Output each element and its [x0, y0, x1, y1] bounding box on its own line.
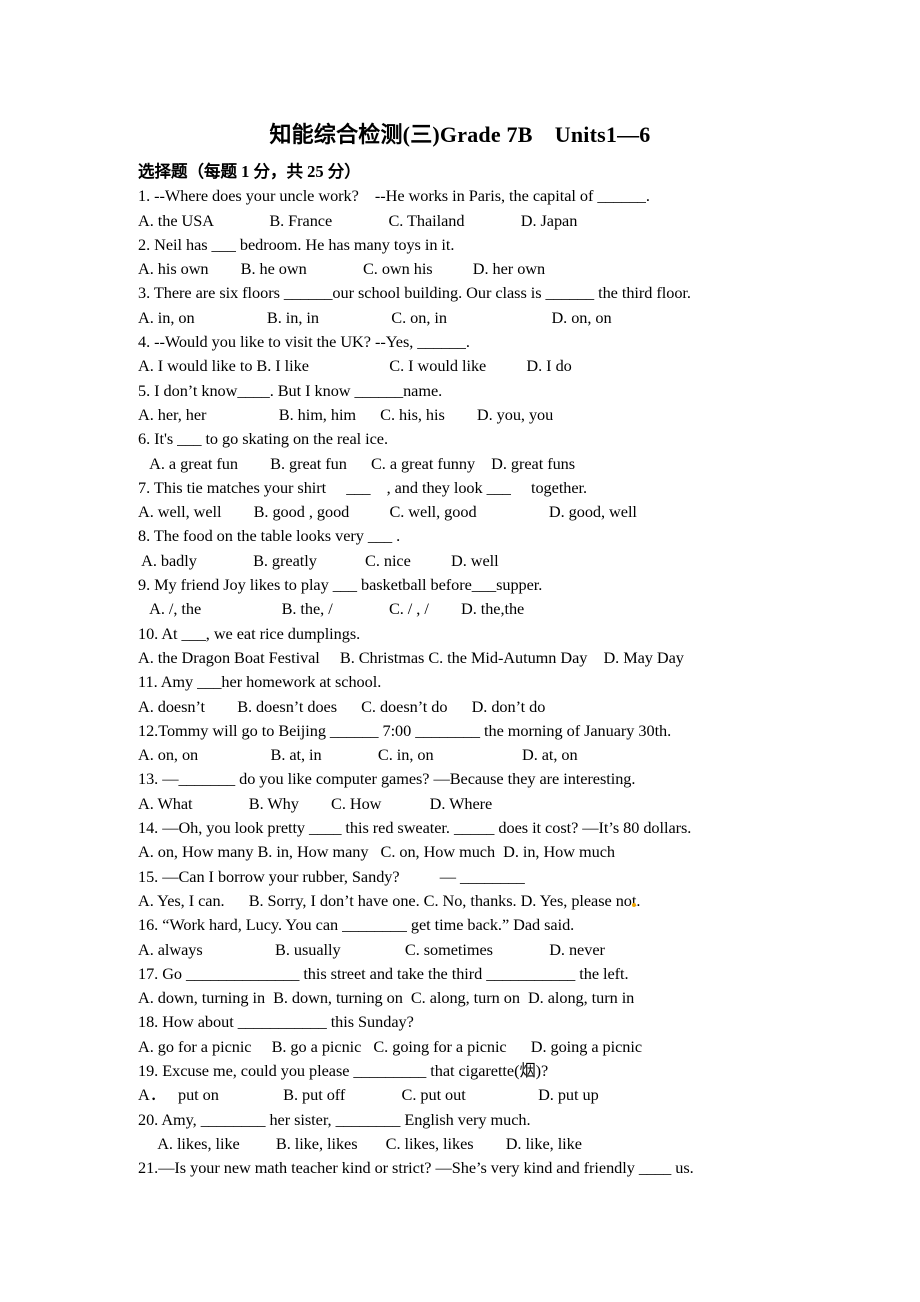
question-options: A. badly B. greatly C. nice D. well — [138, 550, 499, 570]
question-options: A. Yes, I can. B. Sorry, I don’t have on… — [138, 889, 798, 913]
question-options: A. always B. usually C. sometimes D. nev… — [138, 939, 605, 959]
question-options: A. I would like to B. I like C. I would … — [138, 356, 572, 376]
question-stem: 19. Excuse me, could you please ________… — [138, 1060, 549, 1080]
cursor-artifact-icon — [631, 902, 636, 907]
question-options: A. likes, like B. like, likes C. likes, … — [138, 1133, 582, 1153]
question-options: A. /, the B. the, / C. / , / D. the,the — [138, 599, 525, 619]
question-options: A. go for a picnic B. go a picnic C. goi… — [138, 1036, 643, 1056]
question-stem: 9. My friend Joy likes to play ___ baske… — [138, 575, 543, 595]
question-options: A. What B. Why C. How D. Where — [138, 793, 493, 813]
question-stem: 17. Go ______________ this street and ta… — [138, 963, 629, 983]
question-stem: 20. Amy, ________ her sister, ________ E… — [138, 1109, 531, 1129]
question-stem: 12.Tommy will go to Beijing ______ 7:00 … — [138, 720, 672, 740]
question-stem: 11. Amy ___her homework at school. — [138, 672, 382, 692]
question-stem: 21.—Is your new math teacher kind or str… — [138, 1158, 694, 1178]
question-stem: 8. The food on the table looks very ___ … — [138, 526, 401, 546]
question-stem: 18. How about ___________ this Sunday? — [138, 1012, 414, 1032]
question-stem: 3. There are six floors ______our school… — [138, 283, 691, 303]
question-options: A. on, How many B. in, How many C. on, H… — [138, 842, 615, 862]
question-stem: 13. —_______ do you like computer games?… — [138, 769, 636, 789]
question-stem: 10. At ___, we eat rice dumplings. — [138, 623, 361, 643]
question-options: A. the USA B. France C. Thailand D. Japa… — [138, 210, 578, 230]
question-options: A. on, on B. at, in C. in, on D. at, on — [138, 745, 578, 765]
questions-container: 1. --Where does your uncle work? --He wo… — [138, 184, 798, 1180]
question-options: A. doesn’t B. doesn’t does C. doesn’t do… — [138, 696, 546, 716]
question-options: A. his own B. he own C. own his D. her o… — [138, 259, 546, 279]
question-stem: 14. —Oh, you look pretty ____ this red s… — [138, 818, 692, 838]
question-stem: 6. It's ___ to go skating on the real ic… — [138, 429, 388, 449]
question-options: A． put on B. put off C. put out D. put u… — [138, 1085, 599, 1105]
question-options: A. down, turning in B. down, turning on … — [138, 988, 635, 1008]
question-options: A. the Dragon Boat Festival B. Christmas… — [138, 647, 684, 667]
question-options: A. in, on B. in, in C. on, in D. on, on — [138, 307, 612, 327]
question-stem: 16. “Work hard, Lucy. You can ________ g… — [138, 915, 575, 935]
question-options-text-tail: t. — [631, 890, 641, 910]
question-stem: 4. --Would you like to visit the UK? --Y… — [138, 332, 470, 352]
document-page: 知能综合检测(三)Grade 7B Units1—6 选择题（每题 1 分，共 … — [0, 0, 920, 1302]
question-options-text: A. Yes, I can. B. Sorry, I don’t have on… — [138, 890, 632, 910]
question-options: A. her, her B. him, him C. his, his D. y… — [138, 404, 554, 424]
question-stem: 5. I don’t know____. But I know ______na… — [138, 380, 443, 400]
question-options: A. a great fun B. great fun C. a great f… — [138, 453, 576, 473]
section-heading: 选择题（每题 1 分，共 25 分） — [138, 162, 361, 181]
question-stem: 15. —Can I borrow your rubber, Sandy? — … — [138, 866, 525, 886]
question-stem: 1. --Where does your uncle work? --He wo… — [138, 186, 650, 206]
question-list: 选择题（每题 1 分，共 25 分） 1. --Where does your … — [138, 160, 798, 1180]
question-options: A. well, well B. good , good C. well, go… — [138, 502, 637, 522]
page-title: 知能综合检测(三)Grade 7B Units1—6 — [269, 122, 651, 147]
question-stem: 7. This tie matches your shirt ___ , and… — [138, 477, 588, 497]
question-stem: 2. Neil has ___ bedroom. He has many toy… — [138, 234, 455, 254]
